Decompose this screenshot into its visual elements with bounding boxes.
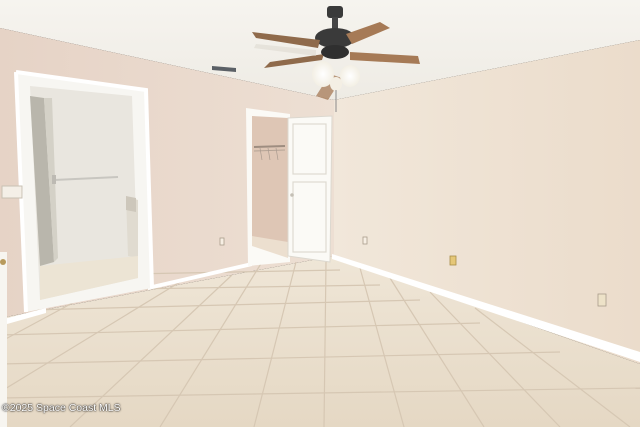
- mls-watermark: ©2025 Space Coast MLS: [2, 402, 121, 414]
- light-switch: [1, 185, 23, 199]
- door-edge-left: [0, 252, 7, 427]
- outlet-mid: [362, 236, 368, 245]
- room-photo: ©2025 Space Coast MLS: [0, 0, 640, 427]
- outlet-yellow: [449, 255, 457, 266]
- outlet-left: [219, 237, 225, 246]
- outlet-right: [597, 293, 607, 307]
- closet-doorway: [246, 108, 290, 266]
- room-scene: [0, 0, 640, 427]
- bathroom-doorway: [16, 72, 152, 312]
- closet-door: [287, 115, 333, 263]
